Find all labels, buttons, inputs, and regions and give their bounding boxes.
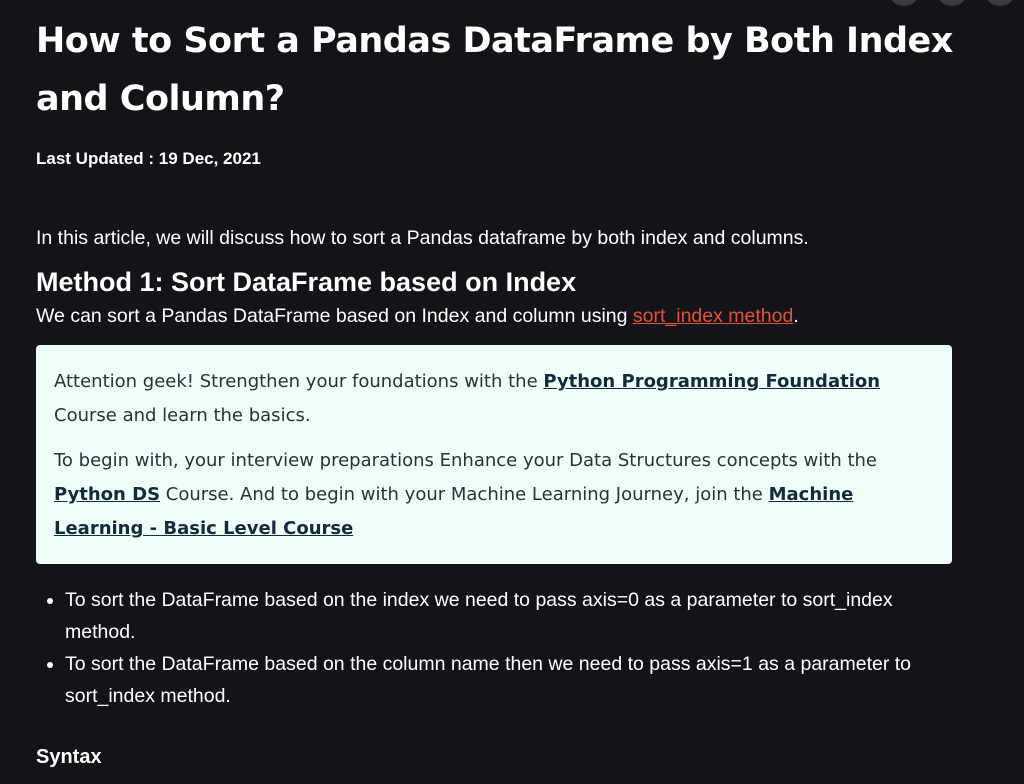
method1-text-after: . (793, 305, 799, 327)
method1-paragraph: We can sort a Pandas DataFrame based on … (36, 303, 956, 329)
syntax-heading: Syntax (36, 746, 102, 768)
list-item: To sort the DataFrame based on the index… (65, 584, 956, 648)
intro-paragraph: In this article, we will discuss how to … (36, 227, 809, 249)
callout-p1-text-before: Attention geek! Strengthen your foundati… (54, 371, 544, 392)
callout-paragraph-1: Attention geek! Strengthen your foundati… (54, 365, 934, 433)
sort-index-method-link[interactable]: sort_index method (633, 305, 793, 327)
callout-p2-text-before: To begin with, your interview preparatio… (54, 450, 878, 471)
article: How to Sort a Pandas DataFrame by Both I… (36, 0, 956, 770)
callout-paragraph-2: To begin with, your interview preparatio… (54, 444, 934, 546)
bullet-list: To sort the DataFrame based on the index… (36, 584, 956, 712)
method1-heading: Method 1: Sort DataFrame based on Index (36, 267, 577, 297)
course-callout: Attention geek! Strengthen your foundati… (36, 345, 952, 564)
callout-p2-text-middle: Course. And to begin with your Machine L… (160, 484, 769, 505)
toolbar-button-icon[interactable] (984, 0, 1016, 6)
page-title: How to Sort a Pandas DataFrame by Both I… (36, 21, 953, 119)
python-ds-link[interactable]: Python DS (54, 484, 160, 505)
python-programming-foundation-link[interactable]: Python Programming Foundation (543, 371, 880, 392)
list-item: To sort the DataFrame based on the colum… (65, 648, 956, 712)
last-updated: Last Updated : 19 Dec, 2021 (36, 149, 261, 168)
method1-text-before: We can sort a Pandas DataFrame based on … (36, 305, 633, 327)
callout-p1-text-after: Course and learn the basics. (54, 405, 311, 426)
